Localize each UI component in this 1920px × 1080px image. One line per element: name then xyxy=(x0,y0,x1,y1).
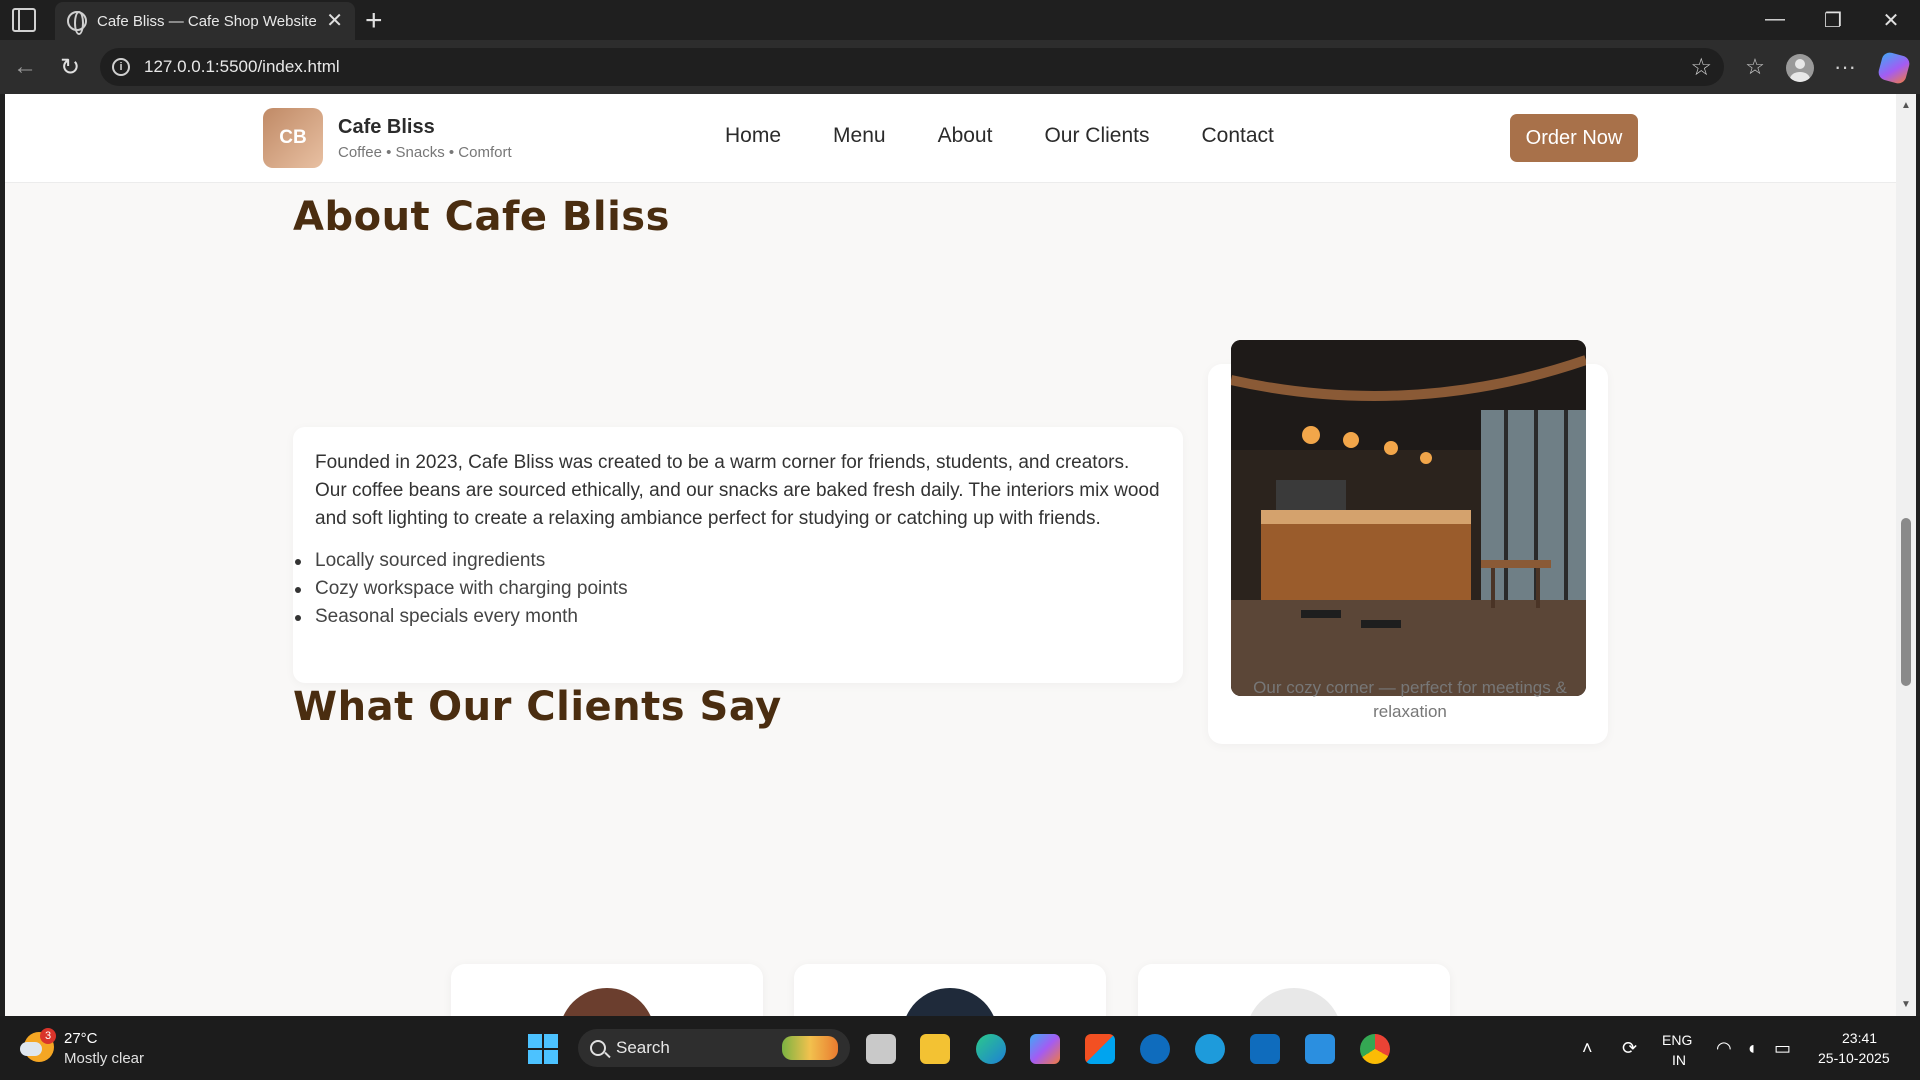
about-paragraph: Founded in 2023, Cafe Bliss was created … xyxy=(315,452,1160,529)
client-avatar xyxy=(1246,988,1342,1016)
browser-toolbar: ← ↻ i 127.0.0.1:5500/index.html ☆ ☆ ··· xyxy=(0,40,1920,94)
photo-caption: Our cozy corner — perfect for meetings &… xyxy=(1253,678,1567,721)
client-card xyxy=(451,964,763,1016)
client-card xyxy=(1138,964,1450,1016)
url-text[interactable]: 127.0.0.1:5500/index.html xyxy=(144,57,1676,77)
search-highlight-icon xyxy=(782,1036,838,1060)
outlook-icon[interactable] xyxy=(1250,1034,1280,1064)
nav-menu[interactable]: Menu xyxy=(833,124,886,148)
wifi-icon[interactable]: ◠ xyxy=(1716,1038,1732,1059)
feature-item: Seasonal specials every month xyxy=(295,603,1161,631)
taskbar-search[interactable]: Search xyxy=(578,1029,850,1067)
feature-list: Locally sourced ingredients Cozy workspa… xyxy=(295,547,1161,631)
nav-home[interactable]: Home xyxy=(725,124,781,148)
search-icon xyxy=(590,1040,606,1056)
weather-description[interactable]: Mostly clear xyxy=(64,1050,144,1067)
back-icon[interactable]: ← xyxy=(10,53,40,81)
language-region[interactable]: IN xyxy=(1672,1052,1686,1068)
site-header: CB Cafe Bliss Coffee • Snacks • Comfort … xyxy=(5,94,1896,183)
main-nav: Home Menu About Our Clients Contact xyxy=(725,124,1274,148)
scrollbar-thumb[interactable] xyxy=(1901,518,1911,686)
restore-icon[interactable]: ❐ xyxy=(1818,8,1848,33)
logo-badge[interactable]: CB xyxy=(263,108,323,168)
nav-about[interactable]: About xyxy=(938,124,993,148)
minimize-icon[interactable]: — xyxy=(1760,8,1790,31)
language-code[interactable]: ENG xyxy=(1662,1032,1692,1048)
chevron-up-icon[interactable]: ˄ xyxy=(1582,1038,1593,1059)
taskbar: 3 27°C Mostly clear Search ˄ ⟳ ENG IN ◠ … xyxy=(0,1016,1920,1080)
edge-icon[interactable] xyxy=(976,1034,1006,1064)
weather-badge: 3 xyxy=(40,1028,56,1044)
profile-avatar-icon[interactable] xyxy=(1786,54,1814,82)
tab-title: Cafe Bliss — Cafe Shop Website xyxy=(97,12,317,30)
windows-start-icon[interactable] xyxy=(528,1034,558,1064)
clock-time[interactable]: 23:41 xyxy=(1842,1030,1877,1046)
clock-date[interactable]: 25-10-2025 xyxy=(1818,1050,1890,1066)
weather-temperature[interactable]: 27°C xyxy=(64,1030,98,1047)
nav-contact[interactable]: Contact xyxy=(1201,124,1273,148)
brand-tagline: Coffee • Snacks • Comfort xyxy=(338,144,512,161)
store-icon[interactable] xyxy=(1085,1034,1115,1064)
globe-icon xyxy=(67,11,87,35)
scroll-up-icon[interactable]: ▲ xyxy=(1900,100,1912,111)
new-tab-icon[interactable]: + xyxy=(365,4,383,38)
more-menu-icon[interactable]: ··· xyxy=(1830,54,1860,80)
tab-actions-icon[interactable] xyxy=(12,8,36,32)
brand-name: Cafe Bliss xyxy=(338,116,435,138)
feature-item: Locally sourced ingredients xyxy=(295,547,1161,575)
volume-icon[interactable]: ◖ xyxy=(1746,1038,1757,1059)
info-icon[interactable]: i xyxy=(112,58,130,76)
favorite-star-icon[interactable]: ☆ xyxy=(1690,53,1712,82)
copilot-app-icon[interactable] xyxy=(1030,1034,1060,1064)
about-card: Founded in 2023, Cafe Bliss was created … xyxy=(293,427,1183,683)
reload-icon[interactable]: ↻ xyxy=(55,53,85,82)
close-tab-icon[interactable]: ✕ xyxy=(326,11,343,31)
nav-our-clients[interactable]: Our Clients xyxy=(1044,124,1149,148)
file-explorer-icon[interactable] xyxy=(920,1034,950,1064)
address-bar[interactable]: i 127.0.0.1:5500/index.html ☆ xyxy=(100,48,1724,86)
vscode-icon[interactable] xyxy=(1305,1034,1335,1064)
order-now-button[interactable]: Order Now xyxy=(1510,114,1638,162)
cafe-interior-photo xyxy=(1231,340,1586,696)
close-window-icon[interactable]: ✕ xyxy=(1876,8,1906,33)
client-avatar xyxy=(902,988,998,1016)
hp-icon[interactable] xyxy=(1140,1034,1170,1064)
sync-icon[interactable]: ⟳ xyxy=(1622,1038,1637,1059)
about-title: About Cafe Bliss xyxy=(293,194,670,240)
favorites-icon[interactable]: ☆ xyxy=(1740,54,1770,80)
help-icon[interactable] xyxy=(1195,1034,1225,1064)
scroll-down-icon[interactable]: ▼ xyxy=(1900,999,1912,1010)
battery-icon[interactable]: ▭ xyxy=(1774,1038,1791,1059)
browser-titlebar: Cafe Bliss — Cafe Shop Website ✕ + — ❐ ✕ xyxy=(0,0,1920,40)
clients-title: What Our Clients Say xyxy=(293,684,782,730)
task-view-icon[interactable] xyxy=(866,1034,896,1064)
feature-item: Cozy workspace with charging points xyxy=(295,575,1161,603)
search-label: Search xyxy=(616,1038,670,1057)
browser-tab[interactable]: Cafe Bliss — Cafe Shop Website ✕ xyxy=(55,2,355,40)
page-viewport: CB Cafe Bliss Coffee • Snacks • Comfort … xyxy=(5,94,1896,1016)
chrome-icon[interactable] xyxy=(1360,1034,1390,1064)
page-scrollbar[interactable]: ▲ ▼ xyxy=(1896,94,1916,1016)
client-card xyxy=(794,964,1106,1016)
client-avatar xyxy=(559,988,655,1016)
